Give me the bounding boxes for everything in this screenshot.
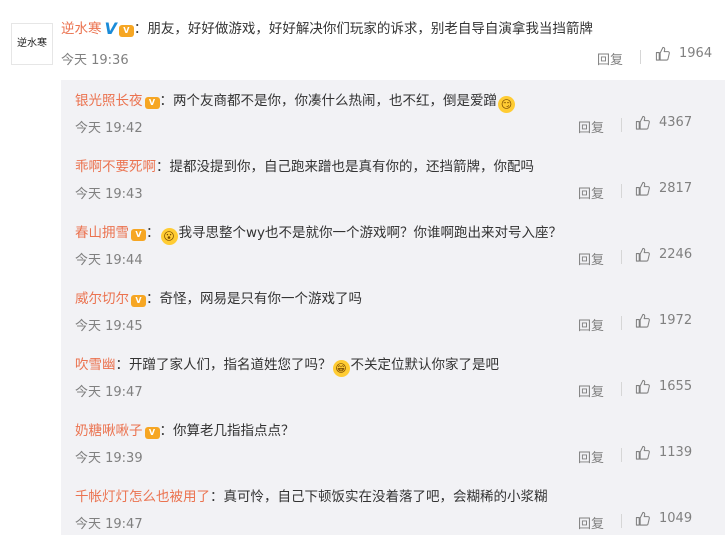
reply-item: 奶糖啾啾子 V ：你算老几指指点点？ 今天 19:39 回复 1139 — [61, 410, 725, 476]
like-button[interactable]: 1964 — [655, 46, 712, 61]
like-button[interactable]: 1655 — [635, 379, 692, 394]
reply-button[interactable]: 回复 — [578, 183, 604, 202]
member-badge-icon: V — [118, 24, 134, 37]
thumbs-up-icon — [635, 247, 650, 262]
comment-text: ：朋友，好好做游戏，好好解决你们玩家的诉求，别老自导自演拿我当挡箭牌 — [133, 21, 593, 37]
thumbs-up-icon — [635, 313, 650, 328]
reply-text: ：开蹭了家人们，指名道姓您了吗？ — [115, 357, 332, 373]
divider — [640, 50, 641, 64]
reply-text: ：奇怪，网易是只有你一个游戏了吗 — [146, 291, 362, 307]
reply-timestamp: 今天 19:42 — [75, 121, 143, 136]
reply-list: 银光照长夜 V ：两个友商都不是你，你凑什么热闹，也不红，倒是爱蹭 😏 今天 19:4… — [61, 80, 725, 535]
like-count: 1964 — [679, 46, 713, 61]
reply-text-continued: 不关定位默认你家了是吧 — [350, 357, 500, 373]
like-count: 1655 — [659, 379, 693, 394]
reply-line: 威尔切尔 V ：奇怪，网易是只有你一个游戏了吗 — [75, 287, 362, 307]
username-link[interactable]: 吹雪幽 — [75, 357, 116, 373]
divider — [621, 316, 622, 330]
reply-text: ：真可怜，自己下顿饭实在没着落了吧，会糊稀的小浆糊 — [210, 489, 548, 505]
reply-button[interactable]: 回复 — [597, 49, 623, 68]
reply-timestamp: 今天 19:44 — [75, 253, 143, 268]
reply-item: 银光照长夜 V ：两个友商都不是你，你凑什么热闹，也不红，倒是爱蹭 😏 今天 19:4… — [61, 80, 725, 146]
divider — [621, 118, 622, 132]
reply-line: 千帐灯灯怎么也被用了：真可怜，自己下顿饭实在没着落了吧，会糊稀的小浆糊 — [75, 485, 548, 505]
main-comment: 逆水寒 逆水寒 V V ：朋友，好好做游戏，好好解决你们玩家的诉求，别老自导自演拿我当… — [0, 0, 725, 75]
reply-line: 春山拥雪 V： 😮 我寻思整个wy也不是就你一个游戏啊？你谁啊跑出来对号入座？ — [75, 221, 562, 245]
reply-line: 奶糖啾啾子 V ：你算老几指指点点？ — [75, 419, 295, 439]
like-button[interactable]: 4367 — [635, 115, 692, 130]
like-count: 2817 — [659, 181, 693, 196]
member-badge-icon: V — [144, 96, 160, 109]
divider — [621, 514, 622, 528]
thumbs-up-icon — [635, 445, 650, 460]
like-button[interactable]: 1049 — [635, 511, 692, 526]
reply-line: 银光照长夜 V ：两个友商都不是你，你凑什么热闹，也不红，倒是爱蹭 😏 — [75, 89, 516, 113]
divider — [621, 382, 622, 396]
like-button[interactable]: 1139 — [635, 445, 692, 460]
username-link[interactable]: 乖啊不要死啊 — [75, 159, 156, 175]
reply-line: 吹雪幽：开蹭了家人们，指名道姓您了吗？ 😁 不关定位默认你家了是吧 — [75, 353, 499, 377]
reply-button[interactable]: 回复 — [578, 249, 604, 268]
reply-timestamp: 今天 19:47 — [75, 517, 143, 532]
like-count: 1972 — [659, 313, 693, 328]
reply-button[interactable]: 回复 — [578, 117, 604, 136]
avatar[interactable]: 逆水寒 — [11, 23, 53, 65]
reply-button[interactable]: 回复 — [578, 381, 604, 400]
reply-text: ：提都没提到你，自己跑来蹭也是真有你的，还挡箭牌，你配吗 — [156, 159, 534, 175]
reply-text-continued: 我寻思整个wy也不是就你一个游戏啊？你谁啊跑出来对号入座？ — [178, 225, 563, 241]
reply-text: ：两个友商都不是你，你凑什么热闹，也不红，倒是爱蹭 — [159, 93, 498, 109]
divider — [621, 184, 622, 198]
reply-button[interactable]: 回复 — [578, 315, 604, 334]
member-badge-icon: V — [131, 228, 146, 241]
username-link[interactable]: 逆水寒 — [61, 21, 102, 37]
thumbs-up-icon — [635, 511, 650, 526]
divider — [621, 250, 622, 264]
reply-item: 春山拥雪 V： 😮 我寻思整个wy也不是就你一个游戏啊？你谁啊跑出来对号入座？ 今天 … — [61, 212, 725, 278]
reply-item: 千帐灯灯怎么也被用了：真可怜，自己下顿饭实在没着落了吧，会糊稀的小浆糊 今天 1… — [61, 476, 725, 542]
reply-text: ：你算老几指指点点？ — [159, 423, 295, 439]
grin-emoji-icon: 😁 — [332, 360, 350, 377]
thumbs-up-icon — [635, 181, 650, 196]
username-link[interactable]: 奶糖啾啾子 — [75, 423, 143, 439]
reply-item: 吹雪幽：开蹭了家人们，指名道姓您了吗？ 😁 不关定位默认你家了是吧 今天 19:47… — [61, 344, 725, 410]
like-button[interactable]: 1972 — [635, 313, 692, 328]
username-link[interactable]: 春山拥雪 — [75, 225, 129, 241]
reply-text: ： — [146, 225, 160, 241]
reply-button[interactable]: 回复 — [578, 513, 604, 532]
main-comment-line: 逆水寒 V V ：朋友，好好做游戏，好好解决你们玩家的诉求，别老自导自演拿我当挡箭牌 — [61, 17, 593, 38]
thumbs-up-icon — [635, 115, 650, 130]
like-button[interactable]: 2246 — [635, 247, 692, 262]
thumbs-up-icon — [635, 379, 650, 394]
reply-line: 乖啊不要死啊：提都没提到你，自己跑来蹭也是真有你的，还挡箭牌，你配吗 — [75, 155, 534, 175]
username-link[interactable]: 银光照长夜 — [75, 93, 143, 109]
reply-timestamp: 今天 19:43 — [75, 187, 143, 202]
reply-button[interactable]: 回复 — [578, 447, 604, 466]
reply-timestamp: 今天 19:39 — [75, 451, 143, 466]
username-link[interactable]: 威尔切尔 — [75, 291, 129, 307]
reply-timestamp: 今天 19:45 — [75, 319, 143, 334]
thumbs-up-icon — [655, 46, 670, 61]
surprised-emoji-icon: 😮 — [160, 228, 178, 245]
comment-timestamp: 今天 19:36 — [61, 53, 129, 68]
reply-timestamp: 今天 19:47 — [75, 385, 143, 400]
member-badge-icon: V — [131, 294, 146, 307]
avatar-text: 逆水寒 — [17, 38, 47, 49]
like-count: 1049 — [659, 511, 693, 526]
reply-item: 乖啊不要死啊：提都没提到你，自己跑来蹭也是真有你的，还挡箭牌，你配吗 今天 19… — [61, 146, 725, 212]
verified-icon: V — [104, 19, 117, 38]
reply-item: 威尔切尔 V ：奇怪，网易是只有你一个游戏了吗 今天 19:45 回复 1972 — [61, 278, 725, 344]
divider — [621, 448, 622, 462]
username-link[interactable]: 千帐灯灯怎么也被用了 — [75, 489, 210, 505]
smirk-emoji-icon: 😏 — [498, 96, 515, 113]
member-badge-icon: V — [144, 426, 160, 439]
like-button[interactable]: 2817 — [635, 181, 692, 196]
like-count: 4367 — [659, 115, 693, 130]
like-count: 2246 — [659, 247, 693, 262]
like-count: 1139 — [659, 445, 693, 460]
